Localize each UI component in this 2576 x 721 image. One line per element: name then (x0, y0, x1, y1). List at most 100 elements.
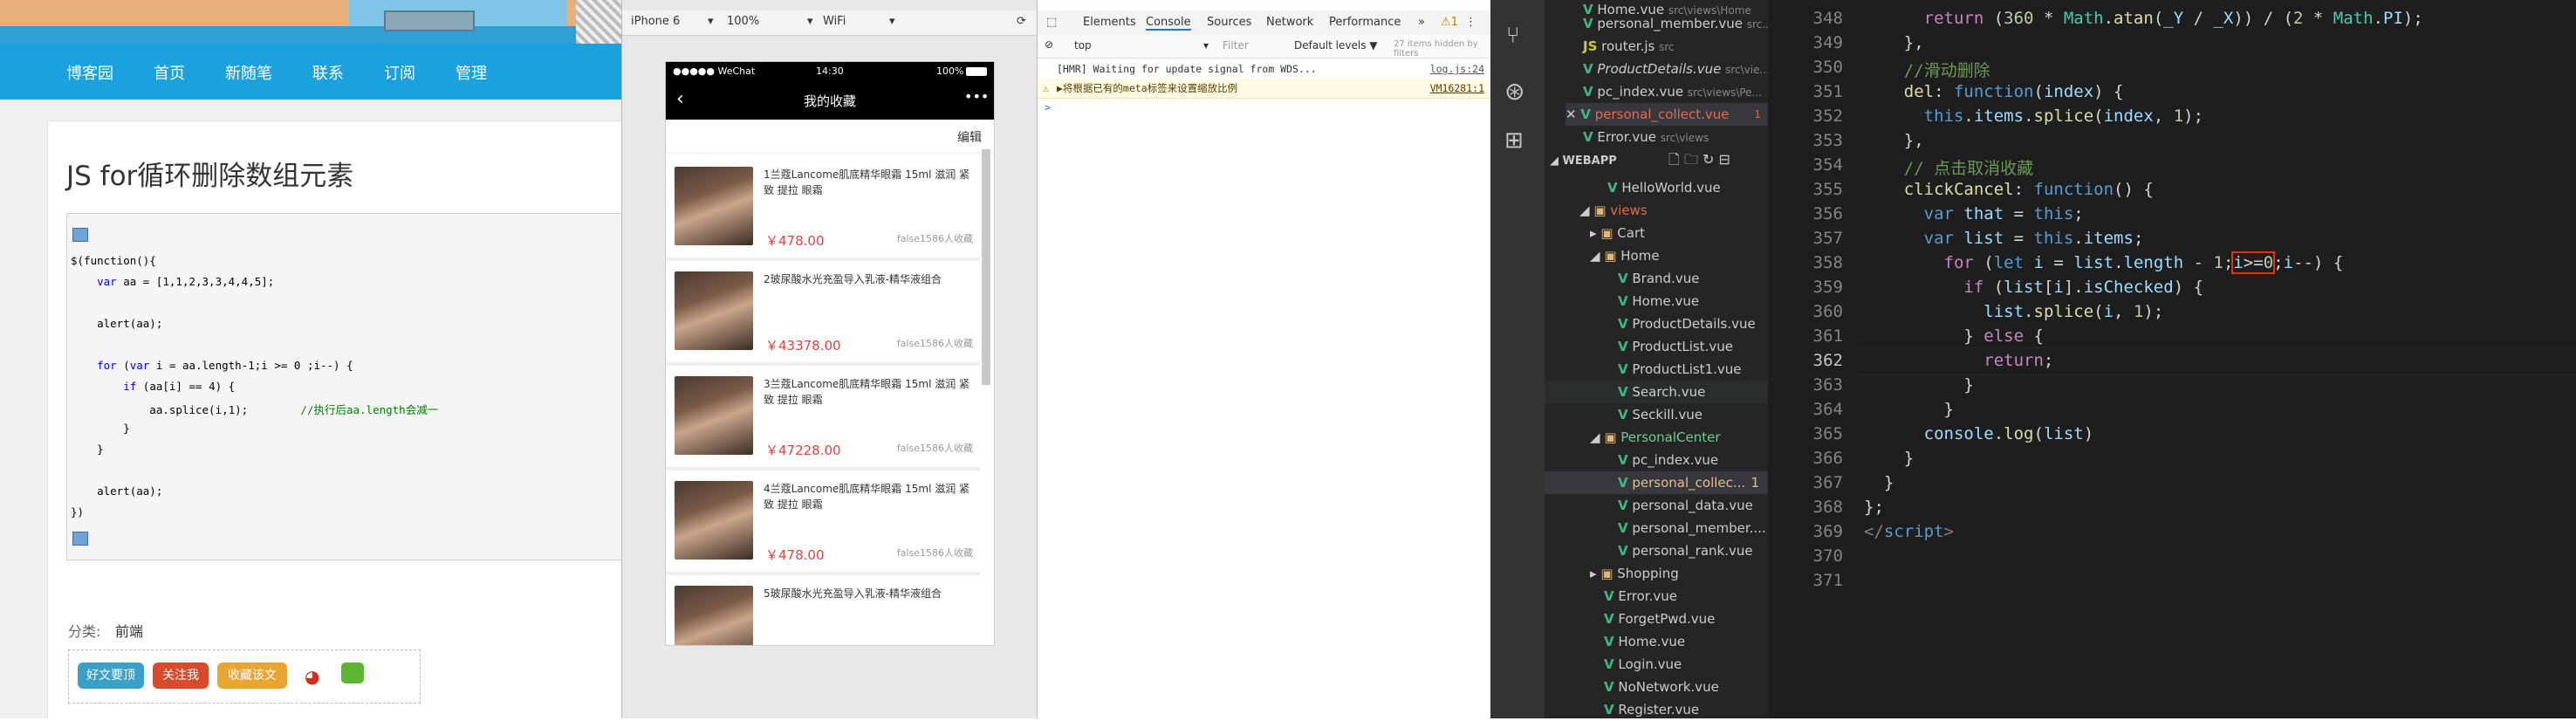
post-title[interactable]: JS for循环删除数组元素 (66, 154, 353, 193)
code-line[interactable]: list.splice(i, 1); (1864, 302, 2163, 321)
tree-item[interactable]: V personal_member.... (1618, 517, 1766, 539)
tree-item[interactable]: ▸ ▣ Cart (1590, 222, 1645, 244)
source-control-icon[interactable]: ⑂ (1506, 23, 1520, 49)
nav-subscribe[interactable]: 订阅 (384, 61, 415, 84)
code-line[interactable]: this.items.splice(index, 1); (1864, 106, 2203, 126)
tree-item[interactable]: V NoNetwork.vue (1604, 676, 1719, 698)
extensions-icon[interactable]: ⊞ (1504, 127, 1524, 154)
tree-item[interactable]: V Home.vue (1604, 630, 1685, 653)
open-editor-item-active[interactable]: ✕ V personal_collect.vue 1 (1565, 103, 1768, 126)
tree-item[interactable]: V ProductList.vue (1618, 335, 1733, 358)
nav-home[interactable]: 首页 (154, 61, 185, 84)
code-line[interactable]: }, (1864, 131, 1924, 150)
tree-item[interactable]: ◢ ▣ PersonalCenter (1590, 426, 1721, 449)
code-line[interactable]: // 点击取消收藏 (1864, 155, 2033, 179)
tree-item[interactable]: V personal_data.vue (1618, 494, 1753, 517)
clear-console-icon[interactable]: ⊘ (1045, 38, 1053, 51)
tree-item[interactable]: V Brand.vue (1618, 267, 1699, 290)
tree-item[interactable]: V Seckill.vue (1618, 403, 1702, 426)
scrollbar[interactable] (982, 149, 990, 385)
favorite-button[interactable]: 收藏该文 (217, 663, 287, 689)
follow-button[interactable]: 关注我 (153, 663, 209, 689)
code-line[interactable]: return; (1864, 351, 2053, 370)
tree-item[interactable]: V HelloWorld.vue (1607, 176, 1721, 199)
code-line[interactable]: for (let i = list.length - 1;i>=0;i--) { (1864, 251, 2343, 274)
tree-item-selected[interactable]: V personal_collec... 1 (1545, 471, 1768, 494)
list-item[interactable]: 2玻尿酸水光充盈导入乳液-精华液组合 ￥43378.00 false1586人收… (666, 261, 980, 367)
context-select[interactable]: top (1074, 39, 1092, 52)
tab-network[interactable]: Network (1266, 16, 1313, 29)
nav-new-post[interactable]: 新随笔 (225, 61, 272, 84)
tree-item[interactable]: V ProductDetails.vue (1618, 312, 1756, 335)
code-line[interactable]: </script> (1864, 522, 1954, 541)
warning-count[interactable]: ⚠1 (1441, 16, 1458, 29)
menu-icon[interactable]: ⋮ (1465, 16, 1476, 29)
tab-performance[interactable]: Performance (1329, 16, 1401, 29)
more-icon[interactable]: ••• (964, 88, 989, 105)
open-editor-item[interactable]: V ProductDetails.vue src\vie... (1583, 58, 1770, 80)
code-line[interactable]: } (1864, 449, 1914, 468)
list-item[interactable]: 1兰蔻Lancome肌底精华眼霜 15ml 滋润 紧致 提拉 眼霜 ￥478.0… (666, 156, 980, 263)
weibo-icon[interactable]: ◕ (305, 666, 319, 687)
tree-item[interactable]: V personal_rank.vue (1618, 539, 1753, 562)
tree-item[interactable]: V Register.vue (1604, 698, 1699, 721)
inspect-icon[interactable]: ⬚ (1046, 16, 1057, 29)
nav-blog-home[interactable]: 博客园 (66, 61, 113, 84)
more-tabs-icon[interactable]: » (1418, 16, 1425, 29)
open-editor-item[interactable]: V pc_index.vue src\views\Pe... (1583, 80, 1762, 103)
tree-item[interactable]: V ProductList1.vue (1618, 358, 1742, 381)
console-message: [HMR] Waiting for update signal from WDS… (1038, 59, 1491, 79)
tab-console[interactable]: Console (1146, 16, 1191, 31)
chevron-left-icon[interactable]: ‹ (676, 88, 684, 110)
copy-code-icon[interactable] (72, 228, 88, 242)
tree-item[interactable]: V Home.vue (1618, 290, 1699, 312)
wechat-icon[interactable] (341, 663, 364, 683)
tree-item[interactable]: ◢ ▣ Home (1590, 244, 1660, 267)
tab-elements[interactable]: Elements (1083, 16, 1136, 29)
edit-button[interactable]: 编辑 (957, 128, 982, 146)
tree-item[interactable]: V ForgetPwd.vue (1604, 608, 1715, 630)
code-line[interactable]: del: function(index) { (1864, 82, 2124, 101)
code-line[interactable]: } (1864, 400, 1954, 419)
console-prompt[interactable]: > (1038, 98, 1491, 117)
code-line[interactable]: } (1864, 473, 1894, 492)
open-editor-item[interactable]: JS router.js src (1583, 35, 1675, 58)
debug-icon[interactable]: ⊛ (1504, 77, 1524, 106)
device-select[interactable]: iPhone 6 (631, 15, 680, 28)
tree-item[interactable]: V pc_index.vue (1618, 449, 1718, 471)
tree-item[interactable]: V Error.vue (1604, 585, 1677, 608)
explorer-actions[interactable]: 🗋 🗀 ↻ ⊟ (1668, 148, 1730, 171)
code-line[interactable]: if (list[i].isChecked) { (1864, 278, 2203, 297)
nav-manage[interactable]: 管理 (456, 61, 487, 84)
nav-contact[interactable]: 联系 (312, 61, 344, 84)
network-select[interactable]: WiFi (823, 15, 846, 28)
list-item[interactable]: 4兰蔻Lancome肌底精华眼霜 15ml 滋润 紧致 提拉 眼霜 ￥478.0… (666, 470, 980, 577)
workspace-header[interactable]: ◢ WEBAPP (1550, 150, 1617, 173)
open-editor-item[interactable]: V personal_member.vue src... (1583, 12, 1772, 35)
copy-code-icon[interactable] (72, 532, 88, 546)
list-item[interactable]: 5玻尿酸水光充盈导入乳液-精华液组合 (666, 575, 980, 645)
rotate-icon[interactable]: ⟳ (1017, 15, 1026, 28)
code-line[interactable]: } (1864, 375, 1973, 395)
code-line[interactable]: }; (1864, 498, 1884, 517)
tab-sources[interactable]: Sources (1207, 16, 1251, 29)
category-link[interactable]: 前端 (115, 620, 143, 641)
tree-item-hover[interactable]: V Search.vue (1545, 381, 1768, 403)
zoom-select[interactable]: 100% (727, 15, 759, 28)
levels-select[interactable]: Default levels ▼ (1294, 39, 1378, 52)
recommend-button[interactable]: 好文要顶 (78, 663, 144, 689)
code-line[interactable]: //滑动删除 (1864, 58, 1990, 81)
code-line[interactable]: }, (1864, 33, 1924, 52)
code-line[interactable]: return (360 * Math.atan(_Y / _X)) / (2 *… (1864, 9, 2423, 28)
code-line[interactable]: console.log(list) (1864, 424, 2094, 443)
open-editor-item[interactable]: V Error.vue src\views (1583, 126, 1709, 148)
code-line[interactable]: clickCancel: function() { (1864, 180, 2154, 199)
code-line[interactable]: } else { (1864, 326, 2044, 346)
code-line[interactable]: var that = this; (1864, 204, 2084, 223)
tree-item[interactable]: ◢ ▣ views (1579, 199, 1648, 222)
list-item[interactable]: 3兰蔻Lancome肌底精华眼霜 15ml 滋润 紧致 提拉 眼霜 ￥47228… (666, 366, 980, 472)
tree-item[interactable]: ▸ ▣ Shopping (1590, 562, 1679, 585)
tree-item[interactable]: V Login.vue (1604, 653, 1682, 676)
filter-input[interactable]: Filter (1223, 39, 1249, 52)
code-line[interactable]: var list = this.items; (1864, 229, 2144, 248)
